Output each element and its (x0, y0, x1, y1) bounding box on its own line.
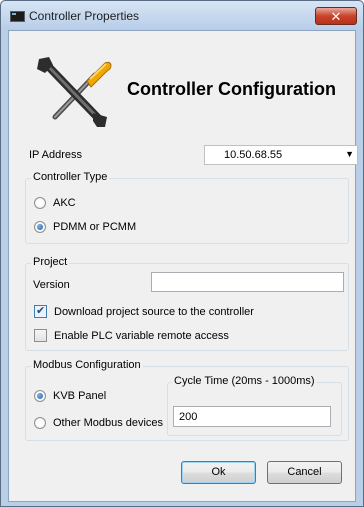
radio-akc[interactable] (34, 197, 46, 209)
window-title: Controller Properties (29, 9, 140, 23)
close-icon: ✕ (330, 9, 342, 24)
ok-button[interactable]: Ok (181, 461, 256, 484)
controller-type-group (25, 178, 349, 244)
app-icon (10, 11, 25, 22)
ip-address-dropdown[interactable]: 10.50.68.55 ▼ (204, 145, 358, 165)
cycle-time-value: 200 (179, 411, 198, 423)
dialog-body: Controller Configuration IP Address 10.5… (8, 30, 358, 502)
radio-pdmm-pcmm[interactable] (34, 221, 46, 233)
project-title: Project (31, 256, 70, 268)
radio-pdmm-pcmm-label: PDMM or PCMM (53, 221, 137, 233)
dialog-window: Controller Properties ✕ Controller Confi… (0, 0, 364, 507)
close-button[interactable]: ✕ (315, 7, 357, 25)
wrench-screwdriver-icon (37, 57, 112, 127)
radio-kvb-panel-label: KVB Panel (53, 390, 107, 402)
version-label: Version (33, 279, 70, 291)
chevron-down-icon: ▼ (345, 149, 354, 159)
ip-address-value: 10.50.68.55 (224, 149, 283, 161)
check-icon: ✔ (36, 305, 46, 317)
radio-kvb-panel[interactable] (34, 390, 46, 402)
controller-type-title: Controller Type (31, 171, 110, 183)
radio-other-modbus-label: Other Modbus devices (53, 417, 164, 429)
title-bar[interactable]: Controller Properties ✕ (1, 1, 363, 30)
version-input[interactable] (151, 272, 344, 292)
ip-address-label: IP Address (29, 149, 82, 161)
download-source-label: Download project source to the controlle… (54, 306, 254, 318)
cycle-time-title: Cycle Time (20ms - 1000ms) (172, 375, 317, 387)
download-source-checkbox[interactable]: ✔ (34, 305, 47, 318)
plc-remote-access-label: Enable PLC variable remote access (54, 330, 229, 342)
cancel-button[interactable]: Cancel (267, 461, 342, 484)
page-title: Controller Configuration (127, 79, 336, 99)
modbus-title: Modbus Configuration (31, 359, 143, 371)
radio-other-modbus[interactable] (34, 417, 46, 429)
plc-remote-access-checkbox[interactable] (34, 329, 47, 342)
radio-akc-label: AKC (53, 197, 76, 209)
cycle-time-input[interactable]: 200 (173, 406, 331, 427)
